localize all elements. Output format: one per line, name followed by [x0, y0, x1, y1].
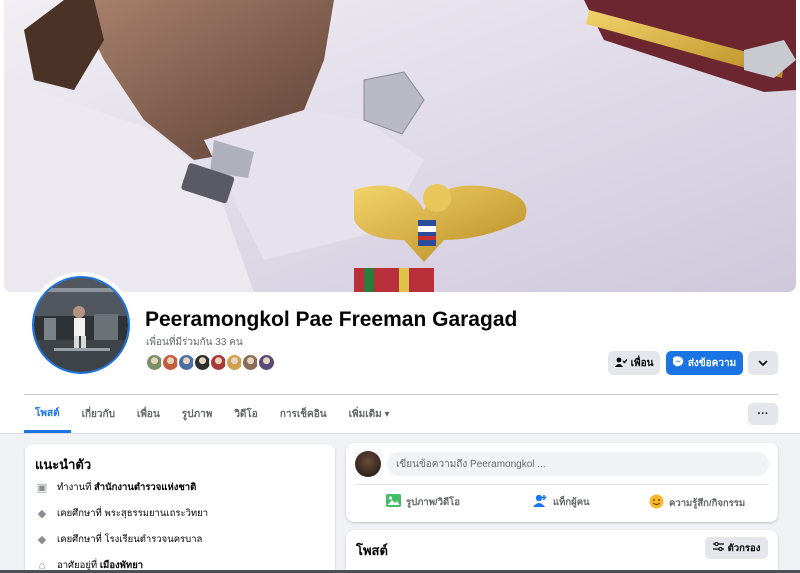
messenger-icon	[671, 356, 684, 370]
tag-people-label: แท็กผู้คน	[553, 496, 590, 508]
photo-icon	[386, 494, 401, 510]
message-button[interactable]: ส่งข้อความ	[666, 351, 743, 375]
profile-tabs: โพสต์ เกี่ยวกับ เพื่อน รูปภาพ วิดีโอ การเช็คอ…	[24, 396, 401, 434]
tab-4[interactable]: วิดีโอ	[223, 396, 269, 432]
profile-header: Peeramongkol Pae Freeman Garagad เพื่อนท…	[0, 0, 800, 434]
briefcase-icon: ▣	[36, 482, 48, 494]
intro-row-prefix: เคยศึกษาที่ พระสุธรรมยานเถระวิทยา	[57, 508, 209, 519]
mutual-friends-avatars[interactable]	[145, 353, 276, 372]
intro-row-prefix: ทำงานที่	[57, 482, 94, 493]
mutual-friends-count[interactable]: เพื่อนที่มีร่วมกัน 33 คน	[146, 335, 243, 350]
mutual-friend-avatar[interactable]	[257, 353, 276, 372]
intro-row-prefix: เคยศึกษาที่ โรงเรียนตำรวจนครบาล	[57, 534, 203, 545]
profile-name: Peeramongkol Pae Freeman Garagad	[145, 308, 518, 331]
posts-title: โพสต์	[356, 543, 388, 558]
graduation-cap-icon: ◆	[37, 534, 47, 546]
tag-people-button[interactable]: แท็กผู้คน	[533, 494, 590, 510]
tabs-more-button[interactable]: ···	[748, 403, 778, 425]
intro-card: แนะนำตัว ▣ ทำงานที่ สำนักงานตำรวจแห่งชาติ…	[25, 444, 335, 573]
intro-row-text: ทำงานที่ สำนักงานตำรวจแห่งชาติ	[57, 480, 196, 495]
composer-divider	[355, 484, 769, 485]
smiley-icon	[649, 494, 664, 512]
intro-row-text: เคยศึกษาที่ โรงเรียนตำรวจนครบาล	[57, 532, 202, 547]
composer-avatar[interactable]	[355, 451, 381, 477]
posts-card: โพสต์ ตัวกรอง	[346, 530, 778, 573]
graduation-cap-icon: ◆	[37, 508, 47, 520]
intro-row: ▣ ทำงานที่ สำนักงานตำรวจแห่งชาติ	[35, 480, 197, 495]
friends-button-label: เพื่อน	[630, 357, 654, 369]
intro-row: ◆ เคยศึกษาที่ พระสุธรรมยานเถระวิทยา	[35, 506, 208, 521]
filter-icon	[712, 541, 724, 555]
intro-title: แนะนำตัว	[35, 457, 92, 472]
tab-1[interactable]: เกี่ยวกับ	[71, 396, 126, 432]
cover-photo[interactable]	[4, 0, 796, 292]
tab-2[interactable]: เพื่อน	[126, 396, 171, 432]
photo-video-label: รูปภาพ/วิดีโอ	[406, 496, 460, 508]
tab-6[interactable]: เพิ่มเติม ▾	[338, 396, 401, 432]
friends-button[interactable]: เพื่อน	[608, 351, 660, 375]
tag-people-icon	[533, 494, 548, 510]
avatar-gym-image	[34, 278, 128, 372]
post-composer: เขียนข้อความถึง Peeramongkol ... รูปภาพ/…	[346, 443, 778, 522]
composer-input[interactable]: เขียนข้อความถึง Peeramongkol ...	[387, 452, 769, 476]
chevron-down-icon	[758, 358, 768, 369]
friend-check-icon	[614, 357, 628, 370]
intro-row-highlight[interactable]: สำนักงานตำรวจแห่งชาติ	[94, 482, 196, 493]
intro-row: ◆ เคยศึกษาที่ โรงเรียนตำรวจนครบาล	[35, 532, 203, 547]
tab-0[interactable]: โพสต์	[24, 396, 71, 433]
filter-label: ตัวกรอง	[727, 542, 761, 554]
tab-3[interactable]: รูปภาพ	[171, 396, 224, 432]
cover-photo-image	[4, 0, 796, 292]
filter-button[interactable]: ตัวกรอง	[705, 537, 768, 559]
message-button-label: ส่งข้อความ	[687, 357, 737, 369]
profile-picture-frame[interactable]	[28, 272, 134, 378]
profile-picture	[32, 276, 130, 374]
feeling-activity-button[interactable]: ความรู้สึก/กิจกรรม	[649, 494, 745, 512]
tab-5[interactable]: การเช็คอิน	[269, 396, 338, 432]
photo-video-button[interactable]: รูปภาพ/วิดีโอ	[386, 494, 460, 510]
intro-row-text: เคยศึกษาที่ พระสุธรรมยานเถระวิทยา	[57, 506, 208, 521]
feeling-activity-label: ความรู้สึก/กิจกรรม	[669, 497, 746, 509]
header-divider	[24, 394, 778, 395]
more-actions-button[interactable]	[748, 351, 778, 375]
